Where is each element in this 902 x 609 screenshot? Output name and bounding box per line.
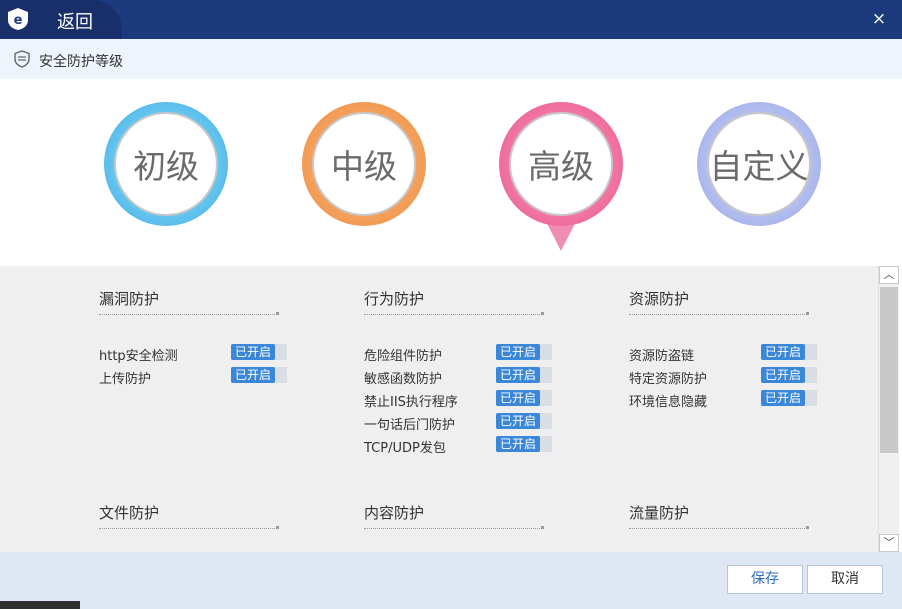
protection-item: 资源防盗链 已开启 [629, 344, 829, 368]
status-badge: 已开启 [496, 367, 540, 383]
protection-item-name: 危险组件防护 [364, 349, 443, 364]
status-badge: 已开启 [496, 413, 540, 429]
protection-item-name: http安全检测 [99, 349, 178, 364]
protection-item: 禁止IIS执行程序 已开启 [364, 390, 564, 414]
protection-item-name: 环境信息隐藏 [629, 395, 708, 410]
level-label: 自定义 [707, 112, 811, 216]
group-vulnerability: 漏洞防护 http安全检测 已开启 上传防护 已开启 [99, 288, 299, 391]
shield-icon [14, 50, 30, 68]
protection-item: 上传防护 已开启 [99, 367, 299, 391]
group-traffic: 流量防护 [629, 502, 829, 529]
status-toggle[interactable]: 已开启 [496, 367, 552, 383]
group-divider [629, 312, 809, 315]
protection-item: http安全检测 已开启 [99, 344, 299, 368]
group-divider [99, 312, 279, 315]
status-badge: 已开启 [761, 390, 805, 406]
vertical-scrollbar[interactable]: ︿ ﹀ [878, 266, 899, 552]
protection-item: TCP/UDP发包 已开启 [364, 436, 564, 460]
protection-item-name: 资源防盗链 [629, 349, 695, 364]
status-toggle[interactable]: 已开启 [496, 344, 552, 360]
scroll-thumb[interactable] [880, 287, 898, 453]
scroll-down-icon[interactable]: ﹀ [879, 534, 899, 552]
level-label: 高级 [509, 112, 613, 216]
group-behavior: 行为防护 危险组件防护 已开启 敏感函数防护 已开启 禁止IIS执行程序 已开启… [364, 288, 564, 460]
level-medium-option[interactable]: 中级 [302, 102, 426, 226]
status-toggle[interactable]: 已开启 [496, 390, 552, 406]
group-divider [99, 526, 279, 529]
group-title: 流量防护 [629, 504, 690, 522]
level-high-option[interactable]: 高级 [499, 102, 623, 226]
cancel-button[interactable]: 取消 [807, 565, 883, 594]
status-toggle[interactable]: 已开启 [761, 390, 817, 406]
level-label: 初级 [114, 112, 218, 216]
group-divider [629, 526, 809, 529]
group-title: 漏洞防护 [99, 290, 160, 308]
level-basic-option[interactable]: 初级 [104, 102, 228, 226]
group-resource: 资源防护 资源防盗链 已开启 特定资源防护 已开启 环境信息隐藏 已开启 [629, 288, 829, 414]
status-toggle[interactable]: 已开启 [231, 367, 287, 383]
status-toggle[interactable]: 已开启 [496, 413, 552, 429]
status-badge: 已开启 [496, 344, 540, 360]
status-badge: 已开启 [496, 436, 540, 452]
status-toggle[interactable]: 已开启 [761, 367, 817, 383]
group-divider [364, 312, 544, 315]
status-toggle[interactable]: 已开启 [496, 436, 552, 452]
back-label[interactable]: 返回 [57, 8, 93, 34]
title-bar: e 返回 × [0, 0, 902, 39]
group-title: 资源防护 [629, 290, 690, 308]
protection-details-panel: 漏洞防护 http安全检测 已开启 上传防护 已开启 行为防护 危险组件防护 已… [0, 266, 878, 552]
section-header [0, 39, 902, 79]
scroll-up-icon[interactable]: ︿ [879, 266, 899, 284]
status-badge: 已开启 [231, 367, 275, 383]
status-toggle[interactable]: 已开启 [761, 344, 817, 360]
protection-item-name: 上传防护 [99, 372, 152, 387]
protection-item: 敏感函数防护 已开启 [364, 367, 564, 391]
protection-item: 一句话后门防护 已开启 [364, 413, 564, 437]
group-file: 文件防护 [99, 502, 299, 529]
protection-item-name: 敏感函数防护 [364, 372, 443, 387]
protection-item: 环境信息隐藏 已开启 [629, 390, 829, 414]
back-tab[interactable]: e 返回 [0, 0, 122, 39]
protection-item-name: TCP/UDP发包 [364, 441, 446, 456]
group-title: 文件防护 [99, 504, 160, 522]
protection-item: 特定资源防护 已开启 [629, 367, 829, 391]
section-title: 安全防护等级 [39, 54, 123, 70]
app-logo-icon: e [8, 8, 28, 30]
level-label: 中级 [312, 112, 416, 216]
protection-item-name: 禁止IIS执行程序 [364, 395, 458, 410]
group-content: 内容防护 [364, 502, 564, 529]
close-icon[interactable]: × [870, 10, 888, 28]
status-badge: 已开启 [496, 390, 540, 406]
protection-item-name: 一句话后门防护 [364, 418, 456, 433]
group-divider [364, 526, 544, 529]
status-badge: 已开启 [761, 344, 805, 360]
svg-text:e: e [14, 13, 23, 28]
taskbar-strip [0, 601, 80, 609]
protection-item-name: 特定资源防护 [629, 372, 708, 387]
status-badge: 已开启 [231, 344, 275, 360]
protection-item: 危险组件防护 已开启 [364, 344, 564, 368]
group-title: 行为防护 [364, 290, 425, 308]
save-button[interactable]: 保存 [727, 565, 803, 594]
group-title: 内容防护 [364, 504, 425, 522]
status-badge: 已开启 [761, 367, 805, 383]
level-custom-option[interactable]: 自定义 [697, 102, 821, 226]
status-toggle[interactable]: 已开启 [231, 344, 287, 360]
